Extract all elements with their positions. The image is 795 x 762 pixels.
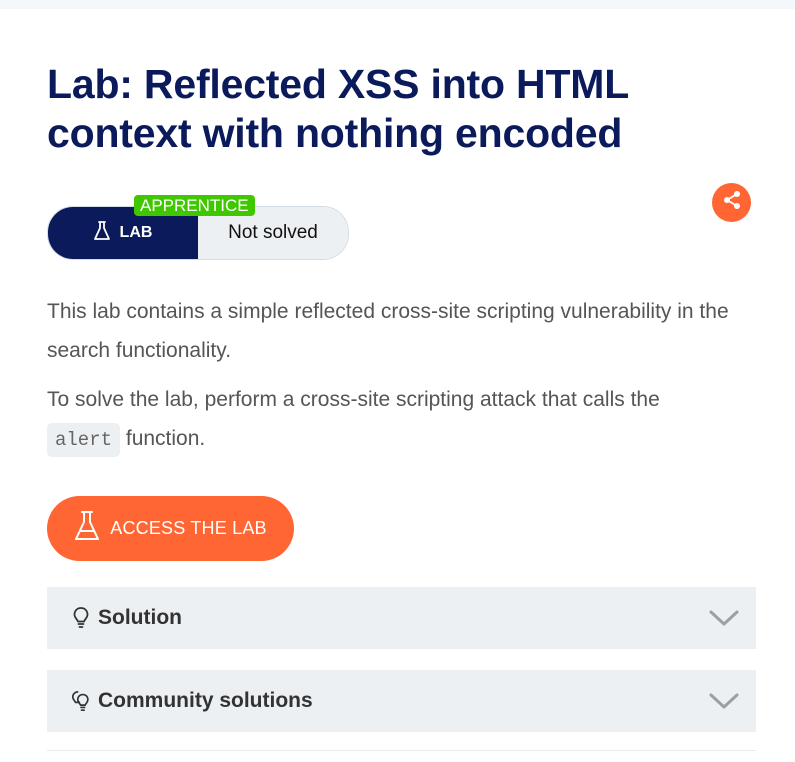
lightbulb-icon	[70, 605, 92, 631]
share-icon	[722, 190, 742, 215]
lab-instructions: To solve the lab, perform a cross-site s…	[47, 380, 756, 460]
page-title: Lab: Reflected XSS into HTML context wit…	[47, 61, 629, 156]
top-band	[0, 0, 795, 9]
solution-accordion[interactable]: Solution	[47, 587, 756, 649]
lab-label: LAB	[119, 224, 153, 241]
solution-label: Solution	[98, 606, 182, 629]
access-lab-button[interactable]: ACCESS THE LAB	[47, 496, 294, 561]
instructions-end: function.	[125, 427, 206, 450]
level-badge: APPRENTICE	[134, 195, 255, 216]
community-solutions-label: Community solutions	[98, 689, 313, 712]
instructions-text: To solve the lab, perform a cross-site s…	[47, 388, 660, 411]
lightbulbs-icon	[70, 688, 92, 714]
share-button[interactable]	[712, 183, 751, 222]
flask-icon	[74, 510, 100, 547]
alert-code: alert	[47, 423, 121, 457]
access-lab-label: ACCESS THE LAB	[110, 518, 267, 538]
lab-description: This lab contains a simple reflected cro…	[47, 300, 729, 362]
lab-status-row: APPRENTICE LAB Not solved	[47, 183, 756, 260]
chevron-down-icon	[709, 609, 739, 632]
flask-icon	[93, 220, 110, 246]
chevron-down-icon	[709, 692, 739, 715]
lab-content: Lab: Reflected XSS into HTML context wit…	[47, 60, 756, 751]
community-solutions-accordion[interactable]: Community solutions	[47, 670, 756, 732]
divider	[47, 750, 756, 751]
